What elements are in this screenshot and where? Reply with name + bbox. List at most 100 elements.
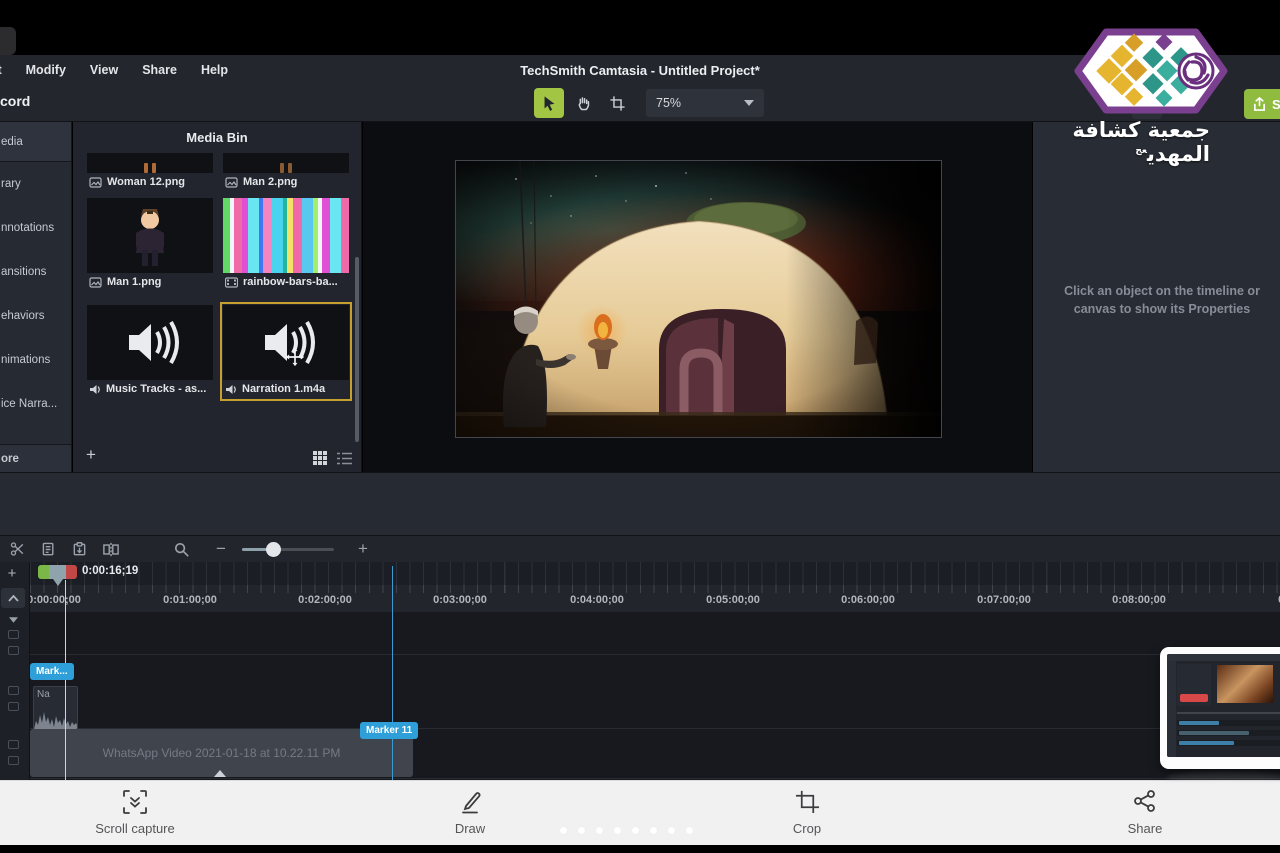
action-label: Share — [1075, 821, 1215, 836]
menu-bar: it Modify View Share Help — [0, 63, 228, 77]
media-item-man2[interactable]: Man 2.png — [223, 153, 349, 191]
sidebar-label: ice Narra... — [1, 398, 57, 410]
menu-view[interactable]: View — [90, 63, 118, 77]
collapse-track-icon[interactable] — [6, 614, 20, 626]
sidebar-item-media[interactable]: edia — [0, 122, 71, 162]
paste-icon[interactable] — [66, 537, 92, 561]
media-item-woman12[interactable]: Woman 12.png — [87, 153, 213, 191]
media-item-rainbow-bars[interactable]: rainbow-bars-ba... — [223, 198, 349, 291]
timeline-zoom-slider[interactable] — [242, 548, 334, 551]
export-share-button[interactable]: S — [1244, 89, 1280, 119]
timeline-marker-1[interactable]: Mark... — [30, 663, 74, 680]
narration-clip[interactable]: Na — [33, 686, 78, 730]
split-clip-icon[interactable] — [98, 537, 124, 561]
draw-button[interactable]: Draw — [400, 789, 540, 836]
tools-sidebar: edia rary nnotations ansitions ehaviors … — [0, 122, 72, 472]
timeline-zoom-out-button[interactable]: − — [208, 537, 234, 561]
media-thumbnail — [223, 305, 349, 380]
ruler-label: 0:09:0 — [1240, 594, 1280, 606]
menu-share[interactable]: Share — [142, 63, 177, 77]
timeline-zoom-in-button[interactable]: + — [350, 537, 376, 561]
menu-modify[interactable]: Modify — [26, 63, 66, 77]
add-media-button[interactable]: + — [79, 444, 103, 466]
sidebar-label: nnotations — [1, 222, 54, 234]
image-icon — [89, 177, 102, 188]
sidebar-item-voice-narration[interactable]: ice Narra... — [0, 382, 71, 426]
timeline-zoom-handle[interactable] — [266, 542, 281, 557]
playhead-out-handle[interactable] — [66, 565, 77, 579]
media-item-man1[interactable]: Man 1.png — [87, 198, 213, 291]
timeline-gutter: + — [0, 562, 30, 780]
scroll-up-button[interactable] — [1, 588, 25, 608]
grid-view-icon[interactable] — [312, 450, 328, 466]
playhead[interactable] — [38, 565, 77, 581]
canvas-area — [363, 122, 1032, 472]
sidebar-item-behaviors[interactable]: ehaviors — [0, 294, 71, 338]
crop-tool-button[interactable] — [602, 88, 632, 118]
sidebar-label: edia — [1, 136, 23, 148]
sidebar-item-library[interactable]: rary — [0, 162, 71, 206]
playhead-time: 0:00:16;19 — [82, 565, 138, 577]
list-view-icon[interactable] — [336, 451, 353, 466]
watermark-honorific: عج — [1135, 146, 1147, 156]
watermark-logo — [1070, 24, 1232, 118]
playhead-handle[interactable] — [49, 565, 66, 579]
properties-hint: Click an object on the timeline or canva… — [1047, 282, 1277, 318]
sidebar-item-animations[interactable]: nimations — [0, 338, 71, 382]
clip-name: WhatsApp Video 2021-01-18 at 10.22.11 PM — [103, 746, 341, 760]
timeline-ruler[interactable]: 0:00:00;00 0:01:00;00 0:02:00;00 0:03:00… — [30, 585, 1280, 612]
track3-toggle-icon[interactable] — [8, 630, 19, 639]
media-thumbnail — [223, 153, 349, 173]
crop-icon — [737, 789, 877, 817]
export-icon — [1253, 97, 1266, 112]
menu-help[interactable]: Help — [201, 63, 228, 77]
canvas-tools: 75% — [534, 88, 764, 118]
media-bin-title: Media Bin — [73, 130, 361, 145]
media-thumbnail — [87, 153, 213, 173]
canvas-zoom-dropdown[interactable]: 75% — [646, 89, 764, 117]
media-item-narration-selected[interactable]: Narration 1.m4a — [223, 305, 349, 398]
playhead-in-handle[interactable] — [38, 565, 49, 579]
select-tool-button[interactable] — [534, 88, 564, 118]
image-icon — [89, 277, 102, 288]
track3-lock-icon[interactable] — [8, 646, 19, 655]
media-bin-scrollbar[interactable] — [355, 257, 359, 442]
track2-toggle-icon[interactable] — [8, 686, 19, 695]
share-button[interactable]: Share — [1075, 789, 1215, 836]
pip-thumbnail — [1160, 647, 1280, 769]
sidebar-item-annotations[interactable]: nnotations — [0, 206, 71, 250]
ruler-label: 0:04:00;00 — [543, 594, 651, 606]
track2-lock-icon[interactable] — [8, 702, 19, 711]
add-track-button[interactable]: + — [2, 564, 22, 582]
scroll-capture-button[interactable]: Scroll capture — [65, 789, 205, 836]
track1-toggle-icon[interactable] — [8, 740, 19, 749]
sidebar-item-transitions[interactable]: ansitions — [0, 250, 71, 294]
pan-tool-button[interactable] — [568, 88, 598, 118]
copy-icon[interactable] — [36, 537, 62, 561]
clip-notch — [214, 770, 226, 777]
media-item-music-tracks[interactable]: Music Tracks - as... — [87, 305, 213, 398]
media-thumbnail — [87, 305, 213, 380]
record-button[interactable]: cord — [0, 93, 30, 109]
video-preview[interactable] — [455, 160, 942, 438]
pip-shadow — [1166, 772, 1280, 784]
watermark-text: جمعية كشافة المهديعج — [1000, 118, 1248, 152]
crop-button[interactable]: Crop — [737, 789, 877, 836]
track1-lock-icon[interactable] — [8, 756, 19, 765]
marker-strip[interactable] — [30, 562, 1280, 585]
timeline-marker-11[interactable]: Marker 11 — [360, 722, 418, 739]
sidebar-label: ehaviors — [1, 310, 44, 322]
image-icon — [225, 177, 238, 188]
action-label: Draw — [400, 821, 540, 836]
playhead-line[interactable] — [65, 580, 66, 780]
sidebar-label: ansitions — [1, 266, 46, 278]
menu-edit[interactable]: it — [0, 63, 2, 77]
film-icon — [225, 277, 238, 288]
sidebar-label: ore — [1, 453, 19, 465]
sidebar-item-more[interactable]: ore — [0, 444, 71, 472]
speaker-icon — [87, 305, 213, 380]
split-scissors-icon[interactable] — [4, 537, 30, 561]
ruler-ticks — [30, 585, 1280, 593]
top-notch — [0, 27, 16, 55]
action-label: Crop — [737, 821, 877, 836]
